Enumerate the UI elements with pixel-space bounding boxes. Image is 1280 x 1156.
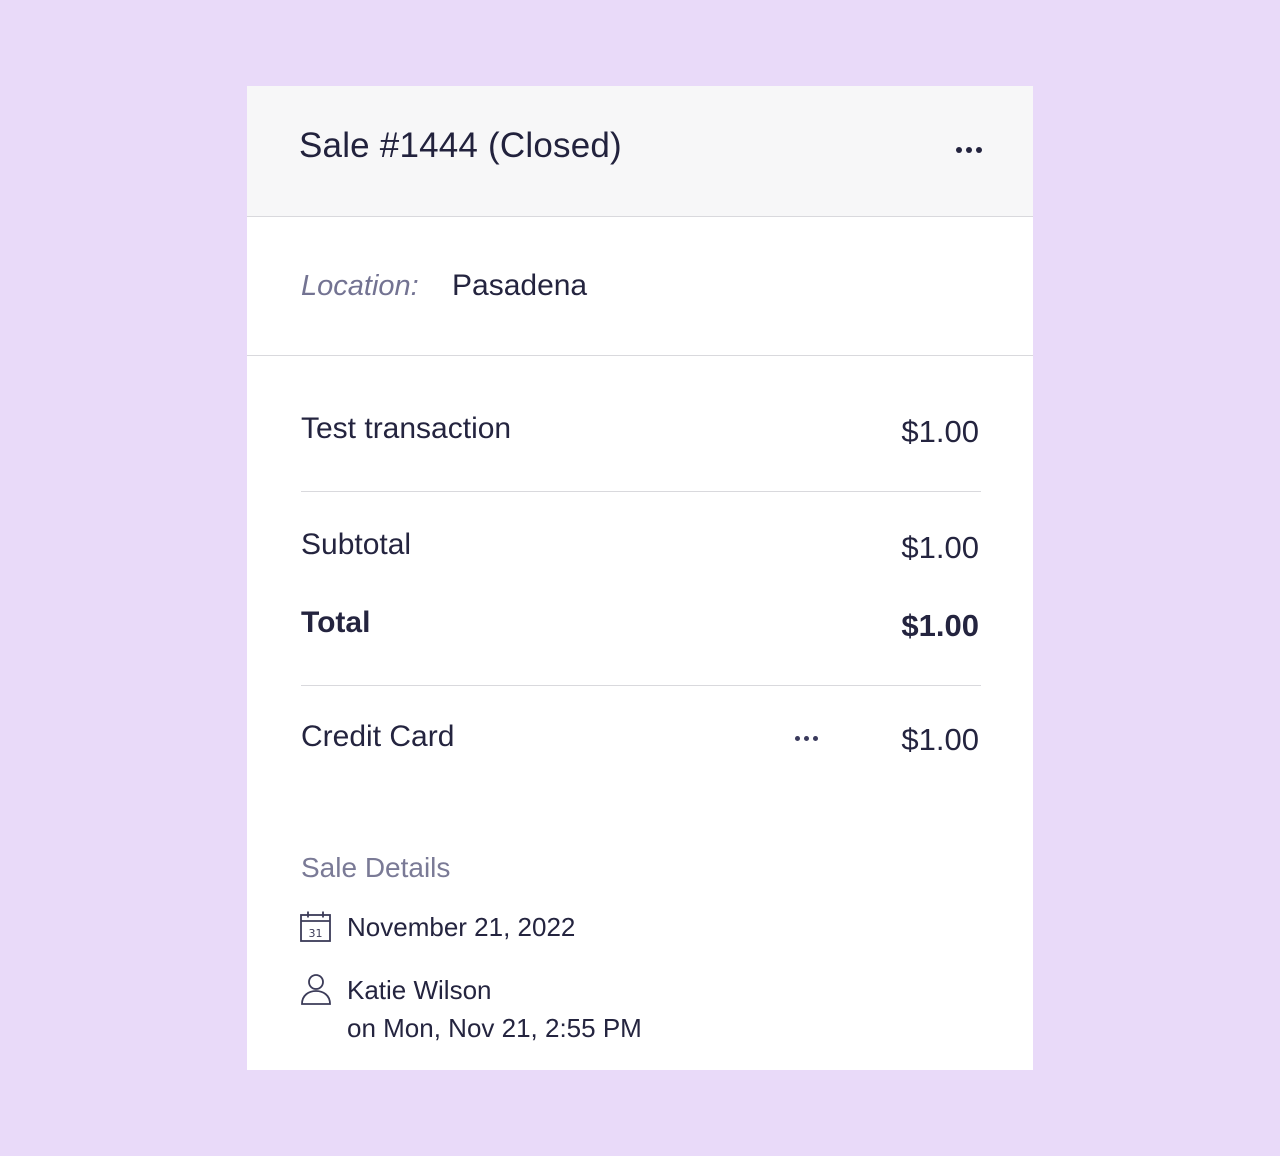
sale-date: November 21, 2022 — [347, 912, 576, 942]
sale-timestamp: on Mon, Nov 21, 2:55 PM — [347, 1013, 642, 1043]
sale-card: Sale #1444 (Closed) Location: Pasadena T… — [247, 86, 1033, 1070]
dot — [812, 735, 818, 741]
total-label: Total — [301, 606, 371, 639]
sale-title: Sale #1444 (Closed) — [299, 126, 622, 165]
payment-more-options-icon[interactable] — [787, 728, 825, 748]
line-item-amount: $1.00 — [901, 414, 979, 449]
calendar-icon-glyph: 31 — [309, 927, 323, 940]
sale-more-options-icon[interactable] — [949, 138, 989, 162]
subtotal-amount: $1.00 — [901, 530, 979, 565]
sale-user: Katie Wilson — [347, 975, 492, 1005]
dot — [794, 735, 800, 741]
calendar-icon: 31 — [300, 911, 331, 942]
location-value: Pasadena — [452, 269, 588, 302]
location-row: Location: Pasadena — [247, 217, 1033, 356]
sale-header: Sale #1444 (Closed) — [247, 86, 1033, 217]
dot — [803, 735, 809, 741]
sale-details-title: Sale Details — [301, 852, 451, 883]
divider — [301, 685, 981, 686]
line-item-label: Test transaction — [301, 412, 512, 445]
dot — [976, 147, 982, 153]
location-label: Location: — [301, 270, 419, 302]
divider — [301, 491, 981, 492]
payment-amount: $1.00 — [901, 722, 979, 757]
subtotal-label: Subtotal — [301, 528, 412, 561]
dot — [956, 147, 962, 153]
total-amount: $1.00 — [901, 608, 979, 643]
payment-method-label: Credit Card — [301, 720, 455, 753]
dot — [966, 147, 972, 153]
user-icon — [301, 974, 331, 1005]
